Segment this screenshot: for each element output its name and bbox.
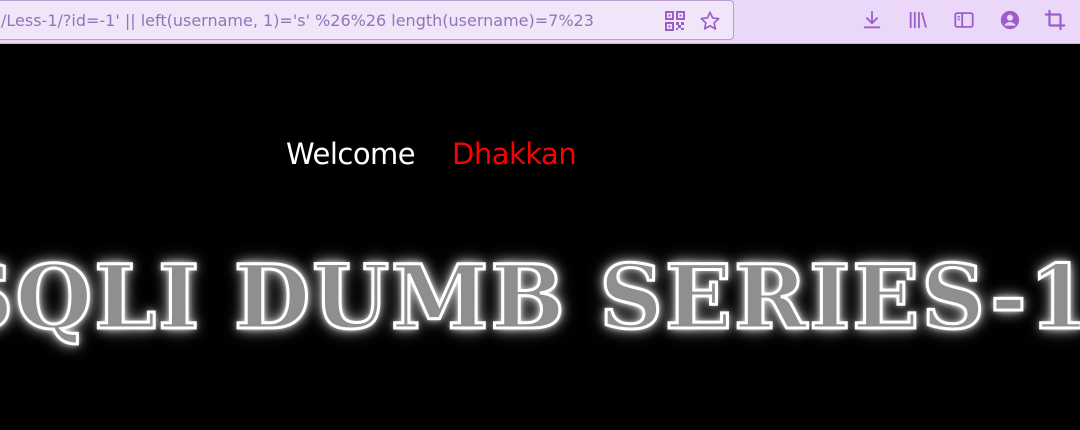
browser-toolbar: /Less-1/?id=-1' || left(username, 1)='s'…: [0, 0, 1080, 44]
download-icon[interactable]: [860, 8, 884, 32]
page-content: Welcome Dhakkan SQLI DUMB SERIES-1: [0, 45, 1080, 430]
banner-title: SQLI DUMB SERIES-1: [0, 244, 1080, 351]
sidebar-icon[interactable]: [952, 8, 976, 32]
screenshot-crop-icon[interactable]: [1043, 8, 1067, 32]
library-icon[interactable]: [906, 8, 930, 32]
username-text: Dhakkan: [452, 137, 577, 171]
welcome-label: Welcome: [286, 137, 416, 171]
address-bar[interactable]: /Less-1/?id=-1' || left(username, 1)='s'…: [0, 0, 734, 40]
account-icon[interactable]: [998, 8, 1022, 32]
address-bar-url[interactable]: /Less-1/?id=-1' || left(username, 1)='s'…: [1, 11, 594, 30]
star-icon[interactable]: [698, 9, 722, 33]
qr-code-icon[interactable]: [663, 9, 687, 33]
